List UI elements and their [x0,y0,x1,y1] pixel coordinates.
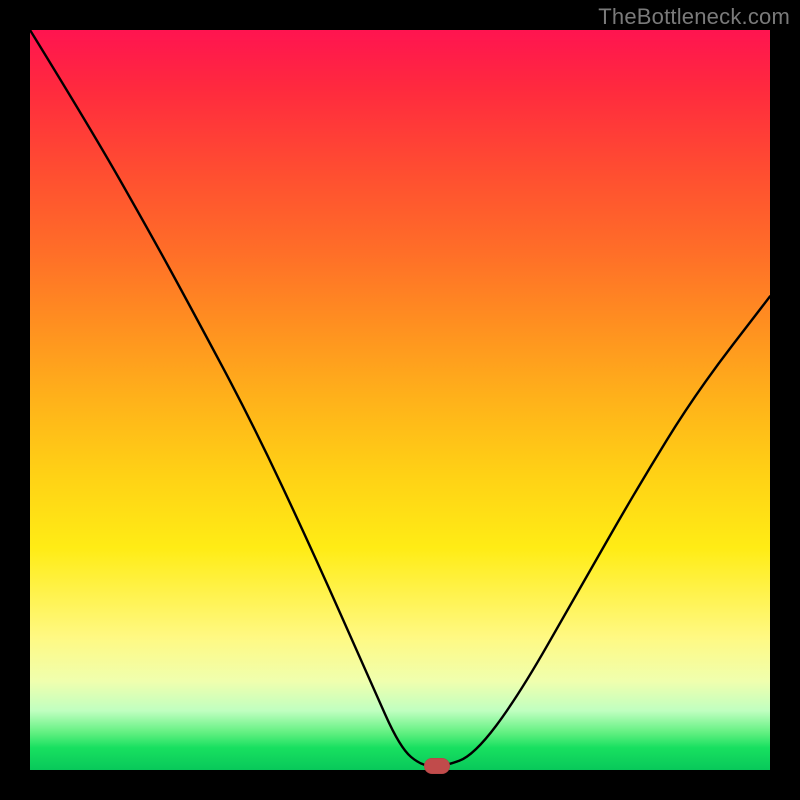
min-point-marker [424,758,450,774]
bottleneck-curve [30,30,770,766]
plot-area [30,30,770,770]
attribution-text: TheBottleneck.com [598,4,790,30]
chart-frame: TheBottleneck.com [0,0,800,800]
curve-svg [30,30,770,770]
